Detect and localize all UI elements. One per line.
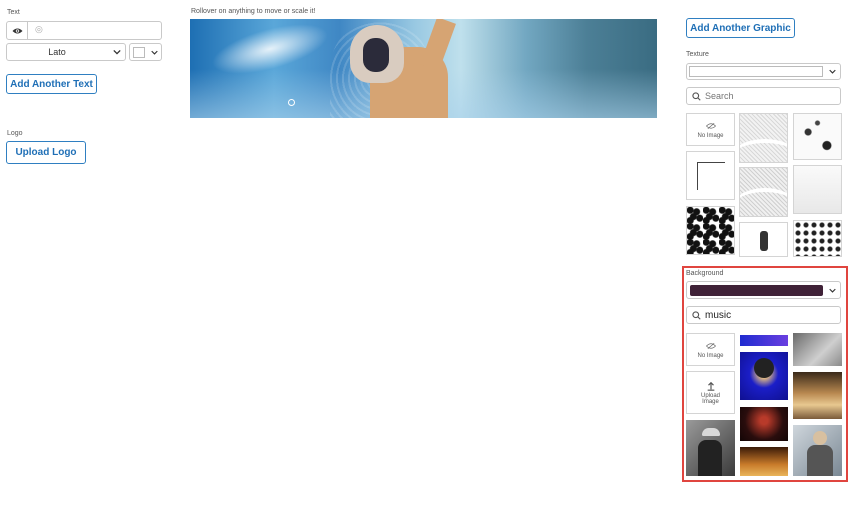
- background-thumb[interactable]: [740, 447, 788, 476]
- figure-head: [813, 431, 827, 445]
- add-graphic-button[interactable]: Add Another Graphic: [686, 18, 795, 38]
- background-thumb[interactable]: [793, 372, 842, 419]
- upload-logo-button[interactable]: Upload Logo: [6, 141, 86, 164]
- texture-thumb[interactable]: [739, 222, 788, 257]
- texture-label: Texture: [686, 51, 709, 58]
- background-search-input[interactable]: music: [705, 310, 731, 321]
- logo-label: Logo: [7, 130, 23, 137]
- color-swatch: [133, 47, 145, 58]
- figure-shape: [807, 445, 833, 476]
- text-label: Text: [7, 9, 20, 16]
- figure-head: [754, 358, 774, 378]
- add-text-button[interactable]: Add Another Text: [6, 74, 97, 94]
- texture-search-input[interactable]: [705, 90, 835, 102]
- background-search[interactable]: music: [686, 306, 841, 324]
- texture-no-image[interactable]: No Image: [686, 113, 735, 146]
- text-color-picker[interactable]: [129, 43, 162, 61]
- figure-shape: [698, 440, 722, 476]
- texture-thumb[interactable]: [739, 113, 788, 163]
- chevron-down-icon: [829, 288, 836, 293]
- search-icon: [692, 311, 701, 320]
- background-no-image[interactable]: No Image: [686, 333, 735, 366]
- texture-thumb[interactable]: [686, 151, 735, 200]
- background-thumb[interactable]: [686, 420, 735, 476]
- background-thumb[interactable]: [740, 352, 788, 400]
- canvas-hint: Rollover on anything to move or scale it…: [191, 8, 316, 15]
- texture-select[interactable]: [686, 63, 841, 80]
- texture-corner-frame: [697, 162, 725, 190]
- background-color-swatch: [690, 285, 823, 296]
- hat-shape: [702, 428, 720, 436]
- eye-icon: [12, 28, 22, 33]
- texture-thumb[interactable]: [739, 167, 788, 217]
- text-input-group: ◎: [6, 21, 162, 40]
- texture-search[interactable]: [686, 87, 841, 105]
- upload-image-button[interactable]: Upload Image: [686, 371, 735, 414]
- canvas-handle[interactable]: [288, 99, 295, 106]
- texture-swoosh: [740, 139, 787, 162]
- texture-swatch: [689, 66, 823, 77]
- texture-figure: [760, 231, 768, 251]
- texture-thumb[interactable]: [793, 165, 842, 214]
- background-thumb[interactable]: [793, 333, 842, 366]
- no-image-label: No Image: [697, 132, 724, 139]
- upload-image-label: Upload Image: [700, 392, 720, 405]
- search-icon: [692, 92, 701, 101]
- background-thumb[interactable]: [740, 407, 788, 441]
- chevron-down-icon: [113, 49, 121, 55]
- banner-canvas[interactable]: [190, 19, 657, 118]
- font-select-value: Lato: [48, 47, 66, 57]
- background-label: Background: [686, 270, 724, 277]
- eye-slash-icon: [705, 122, 716, 129]
- visibility-toggle[interactable]: [7, 22, 28, 39]
- eye-slash-icon: [705, 342, 716, 349]
- font-select[interactable]: Lato: [6, 43, 126, 61]
- performer-face: [363, 38, 389, 72]
- chevron-down-icon: [151, 50, 158, 55]
- texture-swoosh: [740, 188, 787, 216]
- texture-thumb[interactable]: [686, 206, 735, 255]
- background-thumb[interactable]: [740, 335, 788, 346]
- background-color-select[interactable]: [686, 281, 841, 299]
- text-input-icon: ◎: [35, 24, 43, 34]
- no-image-label: No Image: [697, 352, 724, 359]
- background-thumb[interactable]: [793, 425, 842, 476]
- chevron-down-icon: [829, 69, 836, 74]
- performer-arm: [420, 19, 456, 71]
- upload-icon: [707, 381, 714, 391]
- texture-thumb[interactable]: [793, 220, 842, 257]
- texture-thumb[interactable]: [793, 113, 842, 160]
